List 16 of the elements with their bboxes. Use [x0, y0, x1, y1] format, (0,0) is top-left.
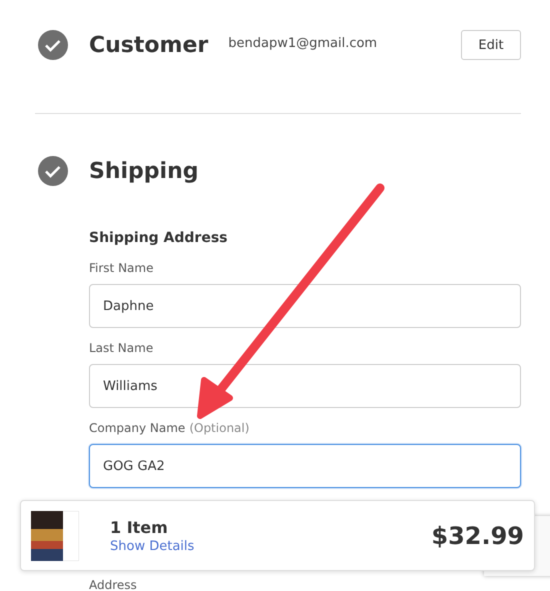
optional-hint: (Optional): [189, 421, 250, 435]
field-label: Last Name: [89, 341, 154, 355]
field-label: First Name: [89, 261, 154, 275]
field-label: Address: [89, 578, 137, 591]
text-field[interactable]: Daphne: [89, 284, 521, 328]
customer-email: bendapw1@gmail.com: [228, 36, 378, 50]
text-field[interactable]: Williams: [89, 364, 521, 408]
section-title: Customer: [89, 32, 208, 58]
order-total: $32.99: [431, 522, 524, 550]
item-count: 1 Item: [110, 518, 169, 536]
form-subtitle: Shipping Address: [89, 229, 228, 248]
show-details-link[interactable]: Show Details: [110, 538, 194, 554]
section-title: Shipping: [89, 158, 198, 184]
edit-button[interactable]: Edit: [461, 30, 521, 60]
field-label: Company Name: [89, 421, 186, 435]
text-field[interactable]: GOG GA2: [89, 444, 521, 488]
